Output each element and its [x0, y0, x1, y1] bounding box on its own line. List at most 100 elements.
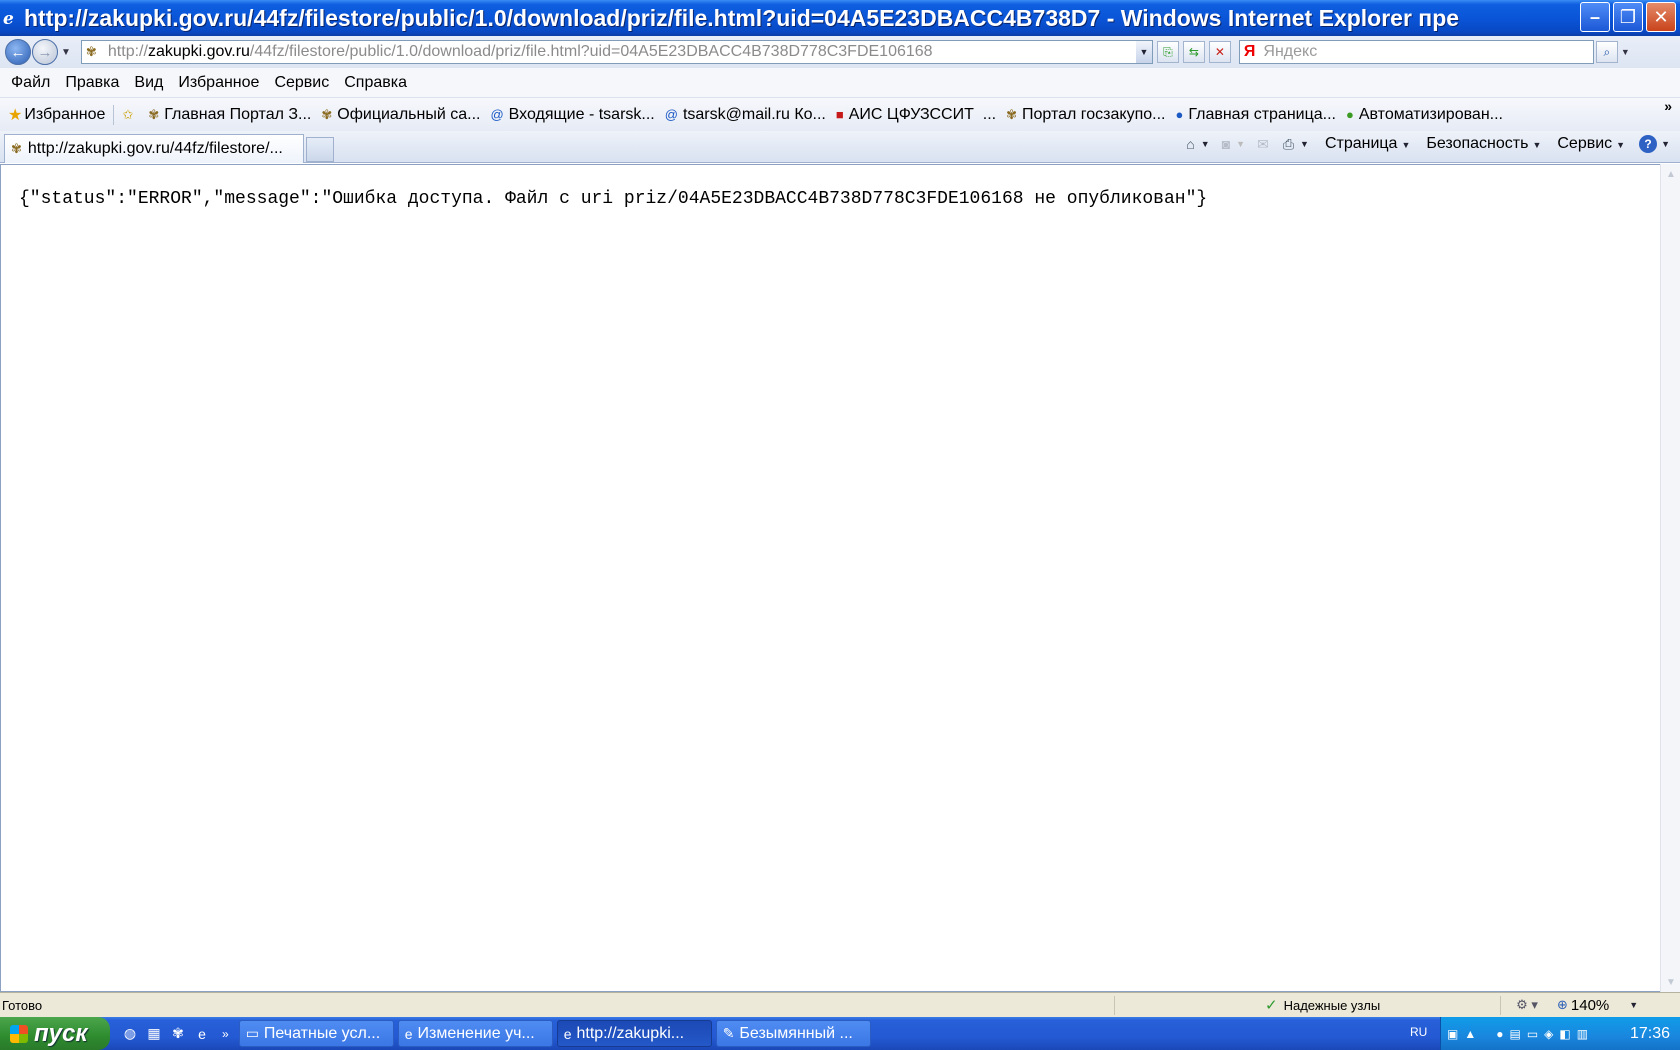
zoom-control[interactable]: ⊕ 140% ▼ — [1557, 997, 1638, 1014]
favorite-link-6[interactable]: ✾ Портал госзакупо... — [1006, 106, 1165, 124]
menu-view[interactable]: Вид — [134, 74, 163, 92]
tray-info-icon[interactable]: ● — [1496, 1027, 1503, 1041]
menu-edit[interactable]: Правка — [65, 74, 119, 92]
favorite-link-label: Главная Портал З... — [164, 105, 312, 123]
search-icon[interactable]: ⌕ — [1595, 41, 1618, 63]
favorite-link-3[interactable]: @ Входящие - tsarsk... — [490, 106, 654, 124]
language-indicator[interactable]: RU — [1410, 1025, 1427, 1039]
ie-icon: e — [404, 1025, 413, 1042]
stop-icon[interactable]: ✕ — [1208, 41, 1231, 63]
scroll-down-arrow-icon[interactable]: ▼ — [1662, 973, 1680, 991]
restore-button[interactable]: ❐ — [1613, 2, 1643, 32]
task-label: http://zakupki... — [576, 1024, 685, 1042]
folder-icon: ▭ — [245, 1025, 259, 1041]
feeds-icon[interactable]: ◙ — [1222, 136, 1230, 152]
ais-icon: ■ — [835, 107, 844, 122]
protected-mode-icon[interactable]: ⚙ ▾ — [1501, 997, 1553, 1013]
security-zone[interactable]: ✓ Надежные узлы — [1265, 996, 1500, 1014]
search-options-dropdown[interactable]: ▼ — [1621, 47, 1630, 57]
task-button[interactable]: ▭ Печатные усл... — [238, 1020, 394, 1047]
tray-app-icon[interactable]: ▥ — [1577, 1027, 1588, 1041]
status-bar: Готово ✓ Надежные узлы ⚙ ▾ ⊕ 140% ▼ — [0, 992, 1680, 1017]
scroll-up-arrow-icon[interactable]: ▲ — [1662, 165, 1680, 183]
tray-acrobat-icon[interactable]: ▲ — [1464, 1027, 1476, 1041]
ie-icon[interactable]: e — [192, 1024, 212, 1044]
favorites-more-chevron-icon[interactable]: » — [1664, 98, 1672, 114]
paint-icon: ✎ — [722, 1025, 735, 1041]
tools-menu-button[interactable]: Сервис ▼ — [1557, 135, 1625, 153]
task-button[interactable]: e Изменение уч... — [397, 1020, 553, 1047]
site-favicon-icon: ✾ — [85, 44, 97, 59]
favorite-link-1[interactable]: ✾ Главная Портал З... — [148, 106, 311, 124]
favorite-link-label: Главная страница... — [1188, 105, 1336, 123]
favorite-link-5[interactable]: ■ АИС ЦФУЗССИТ ... — [836, 106, 996, 124]
help-icon[interactable]: ? — [1639, 135, 1658, 153]
new-tab-button[interactable] — [306, 137, 334, 162]
tray-app-icon[interactable]: ◈ — [1544, 1027, 1553, 1041]
tray-volume-icon[interactable]: ◧ — [1559, 1027, 1570, 1041]
feeds-dropdown-icon[interactable]: ▼ — [1236, 139, 1245, 149]
window-title: http://zakupki.gov.ru/44fz/filestore/pub… — [24, 4, 1460, 31]
tray-network-icon[interactable]: ▣ — [1447, 1027, 1458, 1041]
start-button[interactable]: пуск — [0, 1017, 110, 1050]
clock[interactable]: 17:36 — [1630, 1025, 1670, 1043]
forward-button[interactable]: → — [32, 39, 58, 65]
mail-icon: @ — [664, 107, 678, 122]
trusted-check-icon: ✓ — [1265, 997, 1278, 1014]
menu-favorites[interactable]: Избранное — [178, 74, 259, 92]
menu-tools[interactable]: Сервис — [274, 74, 329, 92]
window-titlebar: e http://zakupki.gov.ru/44fz/filestore/p… — [0, 0, 1680, 36]
read-mail-icon[interactable]: ✉ — [1257, 136, 1269, 153]
zoom-icon: ⊕ — [1557, 997, 1568, 1012]
zoom-level: 140% — [1570, 996, 1610, 1014]
tab-current[interactable]: ✾ http://zakupki.gov.ru/44fz/filestore/.… — [4, 134, 304, 163]
quicklaunch-more-chevron-icon[interactable]: » — [222, 1027, 229, 1041]
address-dropdown-icon[interactable]: ▼ — [1135, 41, 1152, 63]
help-dropdown-icon[interactable]: ▼ — [1661, 139, 1670, 149]
status-divider — [1114, 995, 1115, 1015]
tab-label: http://zakupki.gov.ru/44fz/filestore/... — [27, 140, 283, 157]
favorite-link-4[interactable]: @ tsarsk@mail.ru Ко... — [665, 106, 826, 124]
page-menu-button[interactable]: Страница ▼ — [1325, 135, 1410, 153]
refresh-icon[interactable]: ⇆ — [1182, 41, 1205, 63]
close-button[interactable]: ✕ — [1646, 2, 1676, 32]
favorite-link-2[interactable]: ✾ Официальный са... — [321, 106, 480, 124]
url-host: zakupki.gov.ru — [147, 43, 250, 60]
favorite-link-label: tsarsk@mail.ru Ко... — [682, 105, 826, 123]
task-button-active[interactable]: e http://zakupki... — [556, 1020, 712, 1047]
system-tray: ▣ ▲ ● ▤ ▭ ◈ ◧ ▥ 17:36 — [1440, 1017, 1680, 1050]
tray-app-icon[interactable]: ▤ — [1509, 1027, 1520, 1041]
quicklaunch-app-icon[interactable]: ◍ — [120, 1024, 140, 1044]
back-button[interactable]: ← — [5, 39, 31, 65]
safety-menu-button[interactable]: Безопасность ▼ — [1426, 135, 1541, 153]
tray-app-icon[interactable]: ▭ — [1527, 1027, 1538, 1041]
favorite-link-7[interactable]: ● Главная страница... — [1175, 106, 1336, 124]
vertical-scrollbar[interactable]: ▲ ▼ — [1660, 164, 1680, 992]
menu-help[interactable]: Справка — [344, 74, 407, 92]
menu-file[interactable]: Файл — [11, 74, 50, 92]
recent-pages-dropdown[interactable]: ▼ — [61, 47, 71, 58]
favorite-link-label: Портал госзакупо... — [1022, 105, 1166, 123]
print-icon[interactable]: ⎙ — [1283, 136, 1294, 153]
minimize-button[interactable]: – — [1580, 2, 1610, 32]
favorites-button[interactable]: Избранное — [24, 106, 105, 124]
favorites-separator — [113, 104, 115, 125]
print-dropdown-icon[interactable]: ▼ — [1300, 139, 1309, 149]
compatibility-view-icon[interactable]: ⎘ — [1156, 41, 1179, 63]
eagle-icon: ✾ — [148, 106, 160, 122]
url-protocol: http:// — [107, 43, 148, 60]
address-url[interactable]: http://zakupki.gov.ru/44fz/filestore/pub… — [108, 43, 933, 61]
quicklaunch-app-icon[interactable]: ✾ — [168, 1024, 188, 1044]
search-placeholder: Яндекс — [1263, 43, 1318, 60]
address-bar[interactable]: ✾ http://zakupki.gov.ru/44fz/filestore/p… — [80, 40, 1153, 64]
command-bar: ⌂ ▼ ◙ ▼ ✉ ⎙ ▼ Страница ▼ Безопасность ▼ Серви… — [1174, 135, 1670, 153]
search-field[interactable]: Я Яндекс — [1238, 40, 1594, 64]
task-button[interactable]: ✎ Безымянный ... — [715, 1020, 871, 1047]
favorite-link-8[interactable]: ● Автоматизирован... — [1346, 106, 1503, 124]
home-icon[interactable]: ⌂ — [1186, 136, 1194, 152]
add-to-favorites-bar-icon[interactable]: ✩ — [122, 107, 138, 123]
home-dropdown-icon[interactable]: ▼ — [1201, 139, 1210, 149]
favorites-star-icon: ★ — [8, 106, 23, 124]
security-zone-label: Надежные узлы — [1283, 997, 1381, 1013]
quicklaunch-app-icon[interactable]: ▦ — [144, 1024, 164, 1044]
